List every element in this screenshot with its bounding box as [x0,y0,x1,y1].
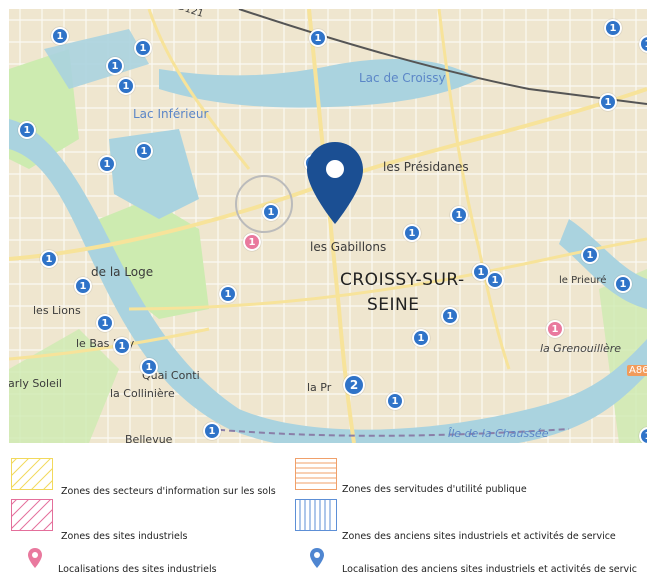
label-croissy-line2: SEINE [367,295,420,315]
legend-pink-pin-icon [28,548,42,568]
label-bellevue: Bellevue [125,433,173,443]
label-ile-chaussee: Île de la Chaussée [448,427,549,440]
label-lac-inferieur: Lac Inférieur [133,107,209,121]
former-site-cluster-marker[interactable]: 1 [412,329,430,347]
industrial-site-marker[interactable]: 1 [546,320,564,338]
label-presidanes: les Présidanes [383,160,469,174]
former-site-cluster-marker[interactable]: 1 [96,314,114,332]
former-site-cluster-marker[interactable]: 1 [117,77,135,95]
label-prieure: le Prieuré [559,275,607,286]
map-basemap [9,9,647,443]
former-site-cluster-marker[interactable]: 1 [134,39,152,57]
map-view[interactable]: D121 Lac de Croissy Lac Inférieur les Pr… [9,9,647,443]
former-site-cluster-marker[interactable]: 1 [639,427,647,443]
label-marly-soleil: arly Soleil [9,377,62,390]
legend-label-sup: Zones des servitudes d'utilité publique [342,484,527,495]
former-site-cluster-marker[interactable]: 1 [386,392,404,410]
legend-swatch-anciens [295,499,337,531]
legend-swatch-sis [11,458,53,490]
label-la-pr: la Pr [307,381,332,394]
label-la-colliniere: la Collinière [110,387,175,400]
former-site-cluster-marker[interactable]: 1 [18,121,36,139]
former-site-cluster-marker[interactable]: 1 [40,250,58,268]
label-a86: A86 [627,365,647,376]
former-site-cluster-marker[interactable]: 1 [113,337,131,355]
selected-location-pin-icon[interactable] [305,140,365,226]
legend-label-sites: Zones des sites industriels [61,531,188,542]
legend-swatch-sup [295,458,337,490]
former-site-cluster-marker[interactable]: 1 [98,155,116,173]
label-lac-croissy: Lac de Croissy [359,71,446,85]
former-site-cluster-marker[interactable]: 1 [599,93,617,111]
legend-swatch-sites [11,499,53,531]
legend-blue-pin-icon [310,548,324,568]
label-gabillons: les Gabillons [310,240,387,254]
former-site-cluster-marker[interactable]: 1 [203,422,221,440]
legend-label-anciens: Zones des anciens sites industriels et a… [342,531,616,542]
label-de-la-loge: de la Loge [91,265,154,279]
industrial-site-marker[interactable]: 1 [243,233,261,251]
label-croissy-line1: CROISSY-SUR- [340,270,465,290]
former-site-cluster-marker[interactable]: 1 [51,27,69,45]
former-site-cluster-marker[interactable]: 1 [441,307,459,325]
former-site-cluster-marker[interactable]: 1 [135,142,153,160]
former-site-cluster-marker[interactable]: 1 [486,271,504,289]
former-site-cluster-marker[interactable]: 1 [604,19,622,37]
label-les-lions: les Lions [33,304,81,317]
former-site-cluster-marker[interactable]: 1 [106,57,124,75]
map-legend: Zones des secteurs d'information sur les… [0,449,651,575]
legend-label-localisations: Localisations des sites industriels [58,564,217,575]
former-site-cluster-marker[interactable]: 1 [140,358,158,376]
former-site-cluster-marker[interactable]: 1 [581,246,599,264]
former-site-cluster-marker[interactable]: 1 [450,206,468,224]
legend-label-localisation-anciens: Localisation des anciens sites industrie… [342,564,638,575]
former-site-cluster-marker[interactable]: 1 [262,203,280,221]
former-site-cluster-marker[interactable]: 1 [614,275,632,293]
former-site-cluster-marker[interactable]: 2 [343,374,365,396]
former-site-cluster-marker[interactable]: 1 [219,285,237,303]
former-site-cluster-marker[interactable]: 1 [403,224,421,242]
former-site-cluster-marker[interactable]: 1 [309,29,327,47]
label-grenouillere: la Grenouillère [540,342,622,355]
former-site-cluster-marker[interactable]: 1 [74,277,92,295]
legend-label-sis: Zones des secteurs d'information sur les… [61,486,276,497]
